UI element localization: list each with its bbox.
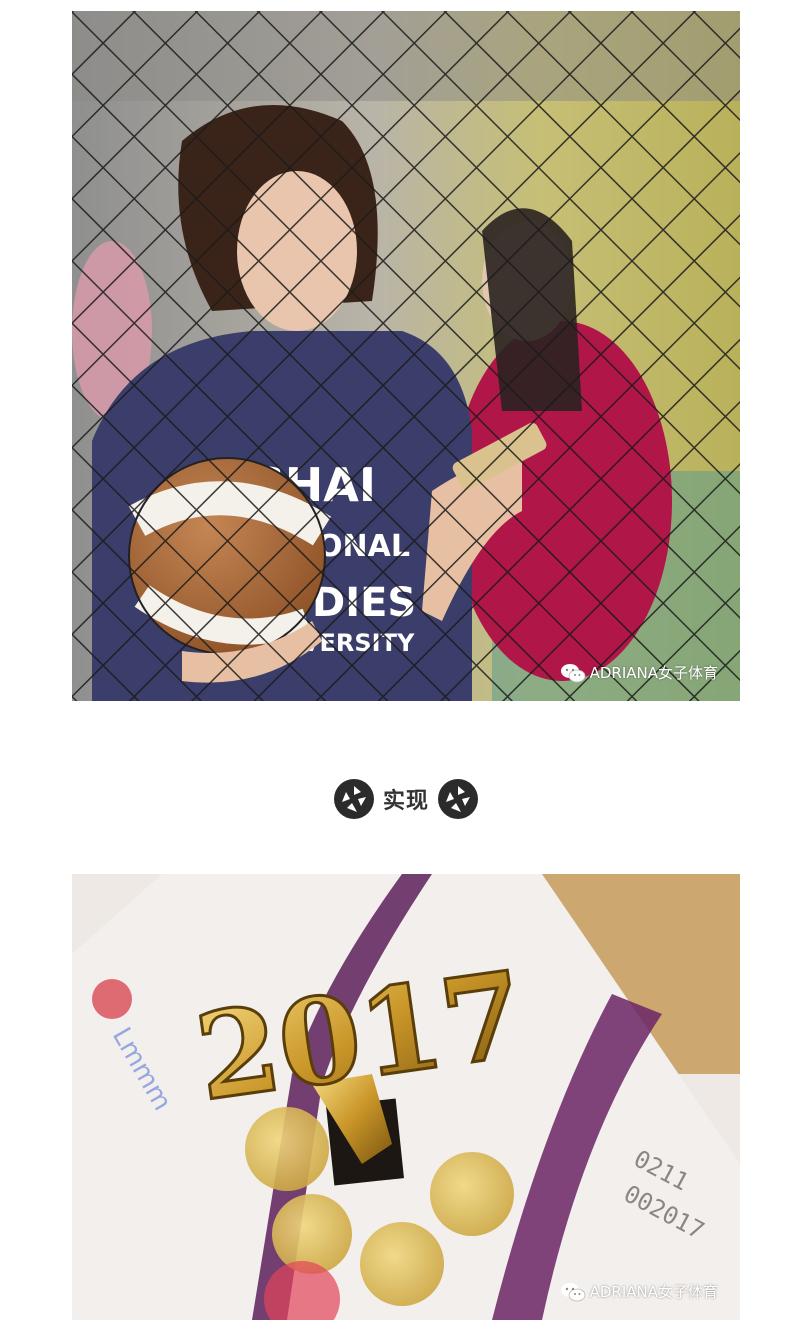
aperture-icon <box>333 779 374 819</box>
watermark-text: ADRIANA女子体育 <box>589 664 718 682</box>
wechat-icon <box>560 663 585 682</box>
photo-trophy-illustration: Lmmm 0211 002017 2017 <box>72 874 740 1320</box>
section-heading: 实现 <box>0 776 812 822</box>
watermark: ADRIANA女子体育 <box>560 662 718 683</box>
watermark: ADRIANA女子体育 <box>560 1281 718 1302</box>
photo-player-with-basketball: GHAI ONAL DIES IVERSITY ADRIANA女子体育 <box>72 11 740 701</box>
aperture-icon <box>438 779 478 819</box>
photo-trophy-and-medals: Lmmm 0211 002017 2017 ADRIANA女子体育 <box>72 874 740 1320</box>
wechat-icon <box>560 1282 585 1301</box>
photo-player-illustration: GHAI ONAL DIES IVERSITY <box>72 11 740 701</box>
watermark-text: ADRIANA女子体育 <box>589 1283 718 1301</box>
section-heading-text: 实现 <box>382 789 429 814</box>
